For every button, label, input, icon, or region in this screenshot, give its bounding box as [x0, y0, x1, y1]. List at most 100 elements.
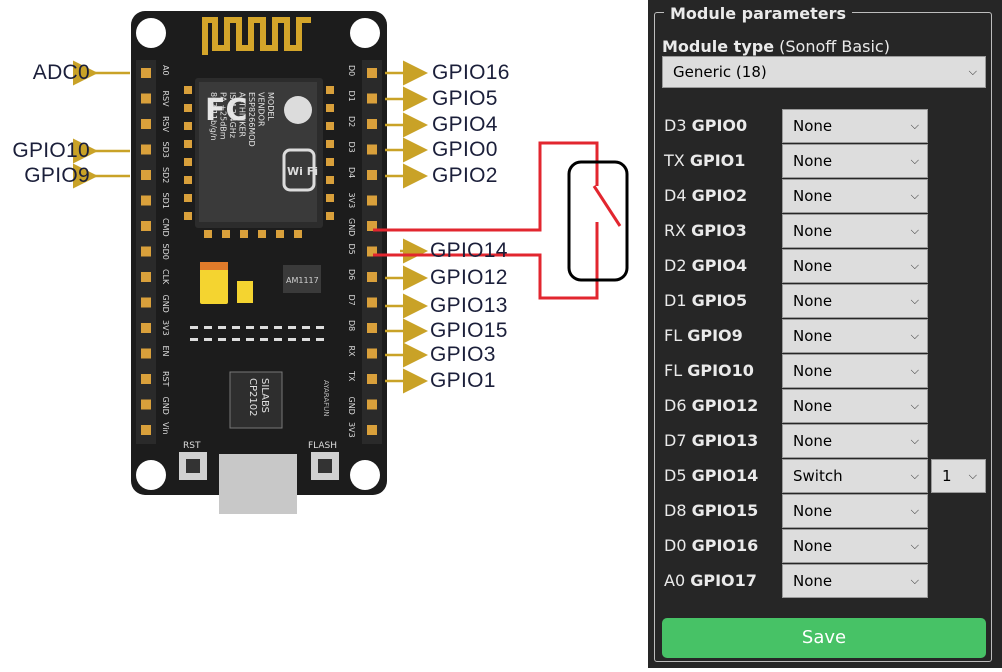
gpio-row-label: D6 GPIO12	[664, 389, 758, 423]
module-text-line: 802.11b/g/n	[209, 92, 218, 141]
header-pin-right	[367, 68, 377, 78]
header-pin-right	[367, 399, 377, 410]
pin-label-right: GPIO3	[430, 343, 496, 366]
pin-label-left: GPIO10	[12, 139, 90, 162]
silk-label-right: GND	[347, 397, 356, 415]
silk-label-left: RSV	[161, 116, 170, 133]
board-diagram: FC Wi Fi MODEL VENDOR ESP8266MOD AI-THINKER…	[0, 0, 648, 668]
header-pin-left	[141, 348, 151, 359]
gpio-name: GPIO15	[691, 501, 759, 520]
chevron-down-icon: ⌵	[910, 224, 919, 237]
gpio-prefix: D3	[664, 116, 692, 135]
chevron-down-icon: ⌵	[910, 329, 919, 342]
silk-label-right: D3	[347, 142, 356, 153]
silk-label-left: SD2	[161, 167, 170, 183]
gpio-select-gpio5[interactable]: None ⌵	[782, 284, 928, 318]
header-pin-right	[367, 374, 377, 384]
chevron-down-icon: ⌵	[910, 294, 919, 307]
silk-label-left: A0	[161, 65, 170, 76]
chevron-down-icon: ⌵	[910, 504, 919, 517]
gpio-name: GPIO13	[691, 431, 759, 450]
gpio-name: GPIO9	[687, 326, 743, 345]
gpio-select-gpio4[interactable]: None ⌵	[782, 249, 928, 283]
module-text-line: ESP8266MOD	[247, 92, 256, 147]
gpio-name: GPIO3	[691, 221, 747, 240]
silk-label-left: SD3	[161, 142, 170, 158]
module-type-hint: (Sonoff Basic)	[779, 37, 890, 56]
pin-label-right: GPIO0	[432, 138, 498, 161]
mount-hole	[350, 460, 380, 490]
header-pin-right	[367, 119, 377, 129]
gpio-select-gpio15[interactable]: None ⌵	[782, 494, 928, 528]
gpio-row-label: D0 GPIO16	[664, 529, 758, 563]
pin-label-right: GPIO14	[430, 239, 508, 262]
silk-label-right: GND	[347, 218, 356, 236]
gpio-select-value: None	[793, 397, 833, 415]
gpio-select-gpio17[interactable]: None ⌵	[782, 564, 928, 598]
silk-label-left: RSV	[161, 91, 170, 108]
header-pin-left	[141, 272, 151, 282]
save-button[interactable]: Save	[662, 618, 986, 658]
gpio-name: GPIO17	[690, 571, 757, 590]
silk-label-left: EN	[161, 346, 170, 357]
header-pin-left	[141, 195, 151, 206]
silk-label-left: SD0	[161, 244, 170, 260]
gpio-row-label: D8 GPIO15	[664, 494, 758, 528]
header-pin-right	[367, 348, 377, 359]
gpio-select-gpio1[interactable]: None ⌵	[782, 144, 928, 178]
silk-label-right: D1	[347, 91, 356, 102]
chevron-down-icon: ⌵	[910, 434, 919, 447]
gpio-prefix: D0	[664, 536, 692, 555]
gpio-select-value: None	[793, 117, 833, 135]
gpio-select-gpio3[interactable]: None ⌵	[782, 214, 928, 248]
usb-chip-text-line: SILABS	[259, 378, 270, 413]
gpio-select-value: None	[793, 537, 833, 555]
header-pin-left	[141, 246, 151, 257]
module-type-value: Generic (18)	[673, 63, 767, 81]
gpio-select-gpio13[interactable]: None ⌵	[782, 424, 928, 458]
gpio-select-gpio0[interactable]: None ⌵	[782, 109, 928, 143]
header-pin-left	[141, 297, 151, 308]
header-pin-left	[141, 221, 151, 231]
gpio-name: GPIO10	[687, 361, 754, 380]
gpio-name: GPIO14	[691, 466, 759, 485]
gpio-select-value: None	[793, 152, 833, 170]
gpio-select-gpio12[interactable]: None ⌵	[782, 389, 928, 423]
gpio-name: GPIO0	[691, 116, 748, 135]
silk-label-left: CLK	[161, 269, 170, 285]
silk-label-right: D6	[347, 269, 356, 280]
gpio-row-label: D1 GPIO5	[664, 284, 747, 318]
gpio-select-gpio16[interactable]: None ⌵	[782, 529, 928, 563]
gpio-prefix: D4	[664, 186, 692, 205]
module-type-select[interactable]: Generic (18) ⌵	[662, 56, 986, 88]
gpio-row-label: RX GPIO3	[664, 214, 747, 248]
header-pin-left	[141, 119, 151, 129]
chevron-down-icon: ⌵	[910, 259, 919, 272]
header-pin-left	[141, 170, 151, 180]
chevron-down-icon: ⌵	[910, 399, 919, 412]
header-pin-left	[141, 425, 151, 435]
gpio-select-gpio10[interactable]: None ⌵	[782, 354, 928, 388]
header-pin-right	[367, 297, 377, 308]
gpio-select-value: None	[793, 432, 833, 450]
gpio-select-value: None	[793, 327, 833, 345]
chevron-down-icon: ⌵	[910, 574, 919, 587]
gpio-select-gpio9[interactable]: None ⌵	[782, 319, 928, 353]
module-parameters-panel: Module parameters Module type (Sonoff Ba…	[648, 0, 1002, 668]
chevron-down-icon: ⌵	[910, 539, 919, 552]
gpio-select-gpio14[interactable]: Switch ⌵	[782, 459, 928, 493]
gpio-select-gpio2[interactable]: None ⌵	[782, 179, 928, 213]
header-pin-right	[367, 272, 377, 282]
silk-label-left: 3V3	[161, 320, 170, 336]
gpio-select-value: None	[793, 502, 833, 520]
gpio-select-value: None	[793, 292, 833, 310]
switch-index-select[interactable]: 1 ⌵	[931, 459, 986, 493]
regulator-label: AM1117	[286, 276, 319, 285]
gpio-prefix: D6	[664, 396, 692, 415]
silk-label-left: SD1	[161, 193, 170, 209]
brand-label: AYARAFUN	[322, 380, 330, 417]
switch-index-value: 1	[942, 467, 952, 485]
gpio-name: GPIO12	[691, 396, 759, 415]
usb-chip-text: SILABSCP2102	[247, 378, 270, 416]
silk-label-right: D7	[347, 295, 356, 306]
